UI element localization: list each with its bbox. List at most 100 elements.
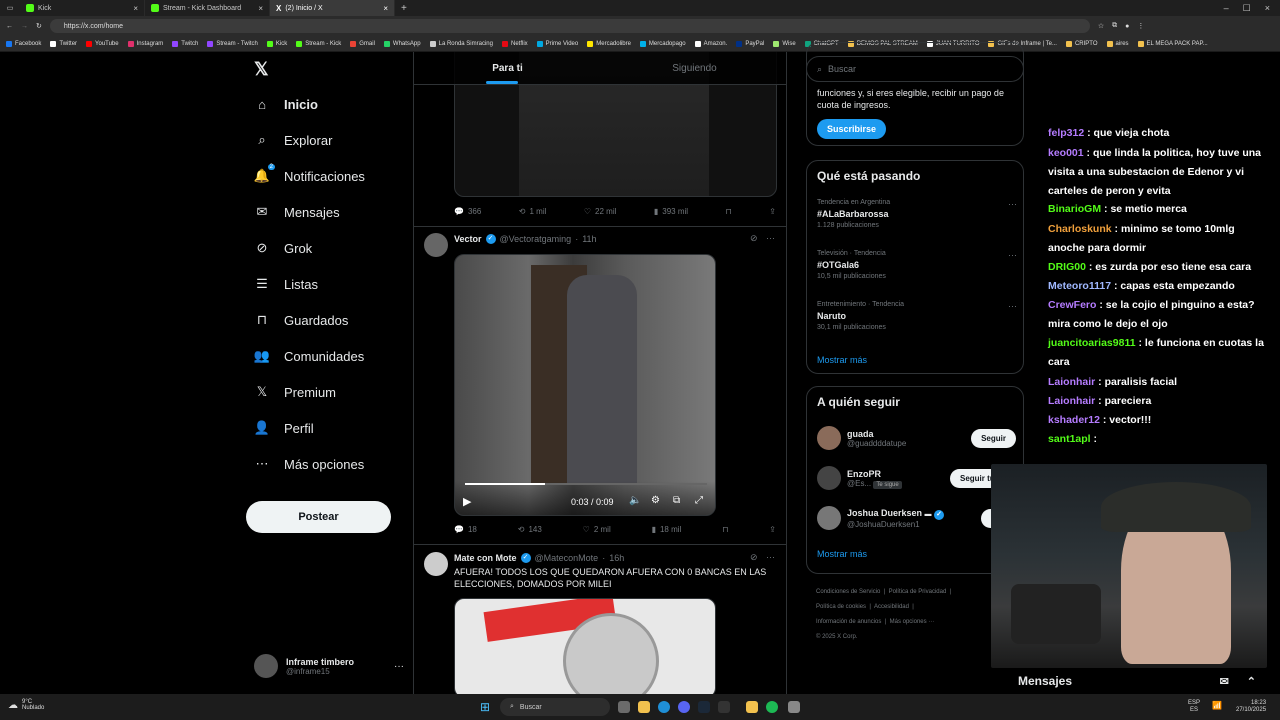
tab-actions-icon[interactable]: ▭ [0, 0, 20, 16]
nav-item-inicio[interactable]: ⌂ Inicio [246, 86, 412, 122]
chat-username[interactable]: juancitoarias9811 [1048, 337, 1136, 349]
bookmark-item[interactable]: WhatsApp [383, 40, 421, 47]
bookmark-item[interactable]: Mercadolibre [587, 40, 631, 47]
close-icon[interactable]: × [383, 4, 388, 13]
bookmark-item[interactable]: aires [1106, 40, 1129, 47]
edge-icon[interactable] [658, 701, 670, 713]
browser-tab-kick[interactable]: Kick × [20, 0, 145, 16]
obs-icon[interactable] [718, 701, 730, 713]
browser-tab-kick-dashboard[interactable]: Stream - Kick Dashboard × [145, 0, 270, 16]
tab-para-ti[interactable]: Para ti [414, 52, 601, 84]
bookmark-item[interactable]: Mercadopago [639, 40, 686, 47]
taskbar-search[interactable]: ⌕ Buscar [500, 698, 610, 716]
share-icon[interactable]: ⇪ [769, 525, 776, 534]
bookmark-item[interactable]: La Ronda Simracing [429, 40, 493, 47]
minimize-icon[interactable]: – [1224, 3, 1229, 14]
chat-username[interactable]: felp312 [1048, 127, 1084, 139]
subscribe-button[interactable]: Suscribirse [817, 119, 887, 139]
nav-item-mensajes[interactable]: ✉ Mensajes [246, 194, 412, 230]
play-icon[interactable]: ▶ [463, 495, 471, 508]
chat-username[interactable]: sant1apl [1048, 433, 1091, 445]
reply-button[interactable]: 💬 18 [454, 525, 477, 534]
chat-username[interactable]: Meteoro1117 [1048, 280, 1111, 292]
bookmark-item[interactable]: Gmail [350, 40, 375, 47]
settings-icon[interactable]: ⚙ [651, 495, 660, 506]
views-button[interactable]: ▮ 393 mil [654, 207, 688, 216]
pip-icon[interactable]: ⧉ [673, 495, 680, 506]
grok-icon[interactable]: ⊘ [750, 233, 758, 244]
author-name[interactable]: Mate con Mote [454, 553, 517, 563]
tweet-video[interactable]: ▶ 0:03 / 0:09 🔈 ⚙ ⧉ ⤢ [454, 254, 716, 516]
forward-icon[interactable]: → [21, 23, 28, 30]
weather-widget[interactable]: ☁ 9°C Nublado [8, 699, 44, 711]
author-handle[interactable]: @Vectoratgaming [500, 234, 572, 244]
bookmark-item[interactable]: EL MEGA PACK PAP... [1137, 40, 1208, 47]
follow-button[interactable]: Seguir [971, 428, 1016, 448]
chat-username[interactable]: kshader12 [1048, 414, 1100, 426]
bookmark-icon[interactable]: ⊓ [722, 525, 728, 534]
app-icon[interactable] [746, 701, 758, 713]
like-button[interactable]: ♡ 2 mil [583, 525, 611, 534]
show-more-link[interactable]: Mostrar más [817, 355, 867, 365]
back-icon[interactable]: ← [6, 23, 13, 30]
fullscreen-icon[interactable]: ⤢ [695, 495, 703, 506]
chevron-up-icon[interactable]: ⌃ [1247, 675, 1256, 688]
footer-link[interactable]: Política de Privacidad [889, 589, 947, 595]
video-progress-track[interactable] [465, 483, 707, 485]
app-icon[interactable] [788, 701, 800, 713]
bookmark-item[interactable]: YouTube [86, 40, 119, 47]
nav-item-perfil[interactable]: 👤 Perfil [246, 410, 412, 446]
star-icon[interactable]: ☆ [1098, 22, 1104, 30]
retweet-button[interactable]: ⟲ 143 [518, 525, 542, 534]
menu-icon[interactable]: ⋮ [1137, 22, 1144, 30]
nav-item-comunidades[interactable]: 👥 Comunidades [246, 338, 412, 374]
tweet-time[interactable]: 11h [582, 234, 596, 244]
window-close-icon[interactable]: × [1265, 3, 1270, 14]
chat-username[interactable]: keo001 [1048, 147, 1084, 159]
spotify-icon[interactable] [766, 701, 778, 713]
footer-link[interactable]: Más opciones ··· [890, 619, 935, 625]
more-icon[interactable]: ··· [1008, 250, 1017, 260]
reply-button[interactable]: 💬 366 [454, 207, 481, 216]
steam-icon[interactable] [698, 701, 710, 713]
bookmark-item[interactable]: Twitter [50, 40, 77, 47]
bookmark-item[interactable]: Facebook [6, 40, 41, 47]
bookmark-item[interactable]: Prime Video [536, 40, 578, 47]
share-icon[interactable]: ⇪ [769, 207, 776, 216]
trend-item[interactable]: Televisión · Tendencia #OTGala6 10,5 mil… [817, 250, 1017, 280]
windows-start-icon[interactable]: ⊞ [480, 700, 490, 714]
x-logo-icon[interactable]: 𝕏 [246, 52, 412, 86]
chat-username[interactable]: Laionhair [1048, 395, 1095, 407]
post-button[interactable]: Postear [246, 501, 391, 533]
bookmark-item[interactable]: PayPal [736, 40, 764, 47]
retweet-button[interactable]: ⟲ 1 mil [519, 207, 547, 216]
views-button[interactable]: ▮ 18 mil [652, 525, 682, 534]
clock[interactable]: 18:23 27/10/2025 [1236, 700, 1266, 714]
compose-message-icon[interactable]: ✉ [1220, 675, 1229, 688]
search-input[interactable]: ⌕ Buscar [806, 56, 1024, 82]
chat-username[interactable]: BinarioGM [1048, 203, 1101, 215]
bookmark-item[interactable]: CRIPTO [1065, 40, 1098, 47]
file-explorer-icon[interactable] [638, 701, 650, 713]
footer-link[interactable]: Política de cookies [816, 604, 866, 610]
bookmark-item[interactable]: Wise [773, 40, 796, 47]
more-icon[interactable]: ··· [1008, 199, 1017, 209]
close-icon[interactable]: × [258, 4, 263, 13]
tweet-media[interactable] [454, 598, 716, 694]
nav-item-notificaciones[interactable]: 🔔 2 Notificaciones [246, 158, 412, 194]
reload-icon[interactable]: ↻ [36, 22, 42, 30]
volume-icon[interactable]: 🔈 [629, 495, 641, 506]
chat-username[interactable]: CrewFero [1048, 299, 1096, 311]
discord-icon[interactable] [678, 701, 690, 713]
follow-suggestion[interactable]: guada @guaddddatupe Seguir [817, 423, 1022, 453]
avatar[interactable] [424, 233, 448, 257]
tweet-time[interactable]: 16h [609, 553, 624, 563]
task-view-icon[interactable] [618, 701, 630, 713]
new-tab-icon[interactable]: + [395, 3, 413, 14]
chat-username[interactable]: Laionhair [1048, 376, 1095, 388]
author-handle[interactable]: @MateconMote [535, 553, 599, 563]
extensions-icon[interactable]: ⧉ [1112, 22, 1117, 30]
avatar[interactable] [424, 552, 448, 576]
footer-link[interactable]: Información de anuncios [816, 619, 881, 625]
trend-item[interactable]: Entretenimiento · Tendencia Naruto 30,1 … [817, 301, 1017, 331]
